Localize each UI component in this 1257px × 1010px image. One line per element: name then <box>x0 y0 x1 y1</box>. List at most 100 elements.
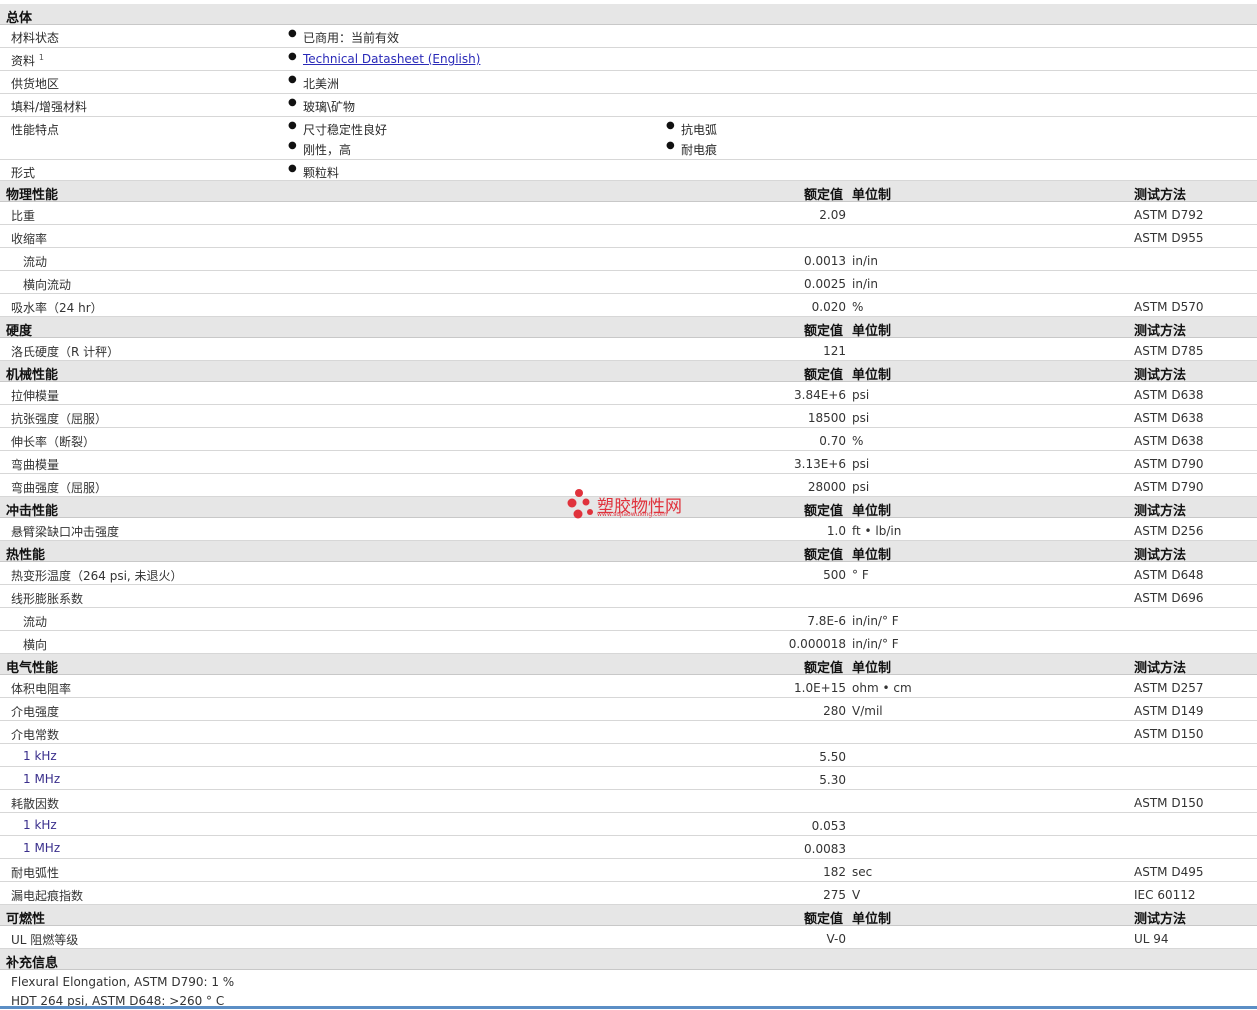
property-value: V-0 <box>826 932 846 946</box>
property-test-method: IEC 60112 <box>1134 888 1196 902</box>
property-unit: V/mil <box>852 704 883 718</box>
property-test-method: ASTM D257 <box>1134 681 1204 695</box>
property-row: 1 MHz 0.0083 <box>0 836 1257 859</box>
column-header-unit: 单位制 <box>852 368 892 383</box>
section-title: 热性能 <box>6 548 46 563</box>
property-row: UL 阻燃等级 V-0 UL 94 <box>0 926 1257 949</box>
property-test-method: ASTM D696 <box>1134 591 1204 605</box>
property-unit: psi <box>852 480 870 494</box>
property-row: 体积电阻率 1.0E+15 ohm • cm ASTM D257 <box>0 675 1257 698</box>
section-header-general: 总体 <box>0 4 1257 26</box>
column-header-nominal: 额定值 <box>804 504 844 519</box>
property-test-method: ASTM D792 <box>1134 208 1204 222</box>
watermark-dots-icon <box>567 489 593 519</box>
property-row: 1 MHz 5.30 <box>0 767 1257 790</box>
property-row: 横向流动 0.0025 in/in <box>0 271 1257 294</box>
column-header-nominal: 额定值 <box>804 661 844 676</box>
property-test-method: ASTM D638 <box>1134 388 1204 402</box>
property-unit: ohm • cm <box>852 681 912 695</box>
footnote-marker: 1 <box>38 53 44 62</box>
property-label: 洛氏硬度（R 计秤） <box>11 345 120 359</box>
row-value: 已商用：当前有效 <box>288 28 399 46</box>
property-test-method: ASTM D495 <box>1134 865 1204 879</box>
column-header-nominal: 额定值 <box>804 368 844 383</box>
section-header: 机械性能 额定值 单位制 测试方法 <box>0 361 1257 383</box>
property-test-method: ASTM D785 <box>1134 344 1204 358</box>
property-row: 1 kHz 5.50 <box>0 744 1257 767</box>
column-header-unit: 单位制 <box>852 504 892 519</box>
feature-item: 耐电痕 <box>666 140 717 158</box>
property-unit: in/in/° F <box>852 637 899 651</box>
property-row: 抗张强度（屈服） 18500 psi ASTM D638 <box>0 405 1257 428</box>
property-value: 0.000018 <box>788 637 846 651</box>
property-label: 漏电起痕指数 <box>11 889 84 903</box>
property-row: 耐电弧性 182 sec ASTM D495 <box>0 859 1257 882</box>
property-label: 横向 <box>23 638 48 652</box>
property-row: 流动 0.0013 in/in <box>0 248 1257 271</box>
section-header: 硬度 额定值 单位制 测试方法 <box>0 317 1257 339</box>
technical-datasheet-link[interactable]: Technical Datasheet (English) <box>303 52 480 66</box>
section-title: 补充信息 <box>6 956 59 971</box>
property-value: 2.09 <box>819 208 846 222</box>
property-label: 吸水率（24 hr） <box>11 301 103 315</box>
property-value: 28000 <box>807 480 846 494</box>
property-label: 比重 <box>11 209 36 223</box>
supplement-notes: Flexural Elongation, ASTM D790: 1 % HDT … <box>0 970 1257 1010</box>
feature-item: 抗电弧 <box>666 120 717 138</box>
section-title: 可燃性 <box>6 912 46 927</box>
property-value: 1.0 <box>826 524 846 538</box>
property-value: 5.30 <box>819 773 846 787</box>
property-unit: V <box>852 888 861 902</box>
property-label: UL 阻燃等级 <box>11 933 79 947</box>
row-label: 填料/增强材料 <box>11 100 88 114</box>
column-header-unit: 单位制 <box>852 188 892 203</box>
property-value: 182 <box>823 865 846 879</box>
property-row: 线形膨胀系数 ASTM D696 <box>0 585 1257 608</box>
property-unit: psi <box>852 457 870 471</box>
row-label: 形式 <box>11 166 36 180</box>
column-header-method: 测试方法 <box>1134 548 1187 563</box>
column-header-method: 测试方法 <box>1134 324 1187 339</box>
property-value: 121 <box>823 344 846 358</box>
property-row: 收缩率 ASTM D955 <box>0 225 1257 248</box>
property-label: 热变形温度（264 psi, 未退火） <box>11 569 183 583</box>
column-header-method: 测试方法 <box>1134 661 1187 676</box>
property-value: 3.13E+6 <box>794 457 846 471</box>
property-value: 0.020 <box>811 300 846 314</box>
property-test-method: ASTM D150 <box>1134 727 1204 741</box>
section-header: 电气性能 额定值 单位制 测试方法 <box>0 654 1257 676</box>
property-row: 耗散因数 ASTM D150 <box>0 790 1257 813</box>
property-test-method: ASTM D570 <box>1134 300 1204 314</box>
property-value: 0.0013 <box>804 254 846 268</box>
property-label: 收缩率 <box>11 232 48 246</box>
property-unit: in/in/° F <box>852 614 899 628</box>
row-label: 资料 1 <box>11 53 44 68</box>
watermark-logo: 塑胶物性网 www.sujiaowuxing.com <box>567 487 697 523</box>
property-test-method: ASTM D648 <box>1134 568 1204 582</box>
column-header-method: 测试方法 <box>1134 368 1187 383</box>
column-header-method: 测试方法 <box>1134 912 1187 927</box>
property-row: 漏电起痕指数 275 V IEC 60112 <box>0 882 1257 905</box>
section-title: 硬度 <box>6 324 33 339</box>
general-row-features: 性能特点 尺寸稳定性良好 抗电弧 刚性，高 耐电痕 <box>0 117 1257 160</box>
row-label: 材料状态 <box>11 31 60 45</box>
property-label: 介电常数 <box>11 728 60 742</box>
note-item: Flexural Elongation, ASTM D790: 1 % <box>11 975 235 989</box>
property-label: 伸长率（断裂） <box>11 435 96 449</box>
section-title: 机械性能 <box>6 368 59 383</box>
property-unit: ft • lb/in <box>852 524 902 538</box>
property-value: 3.84E+6 <box>794 388 846 402</box>
property-unit: psi <box>852 411 870 425</box>
general-row-form: 形式 颗粒料 <box>0 160 1257 181</box>
section-header: 可燃性 额定值 单位制 测试方法 <box>0 905 1257 927</box>
property-value: 0.70 <box>819 434 846 448</box>
property-test-method: ASTM D790 <box>1134 457 1204 471</box>
property-value: 5.50 <box>819 750 846 764</box>
general-row-status: 材料状态 已商用：当前有效 <box>0 25 1257 48</box>
section-title: 总体 <box>6 11 33 26</box>
row-value: 北美洲 <box>288 74 339 92</box>
property-value: 0.0025 <box>804 277 846 291</box>
property-row: 弯曲模量 3.13E+6 psi ASTM D790 <box>0 451 1257 474</box>
property-label: 流动 <box>23 255 48 269</box>
property-test-method: ASTM D256 <box>1134 524 1204 538</box>
